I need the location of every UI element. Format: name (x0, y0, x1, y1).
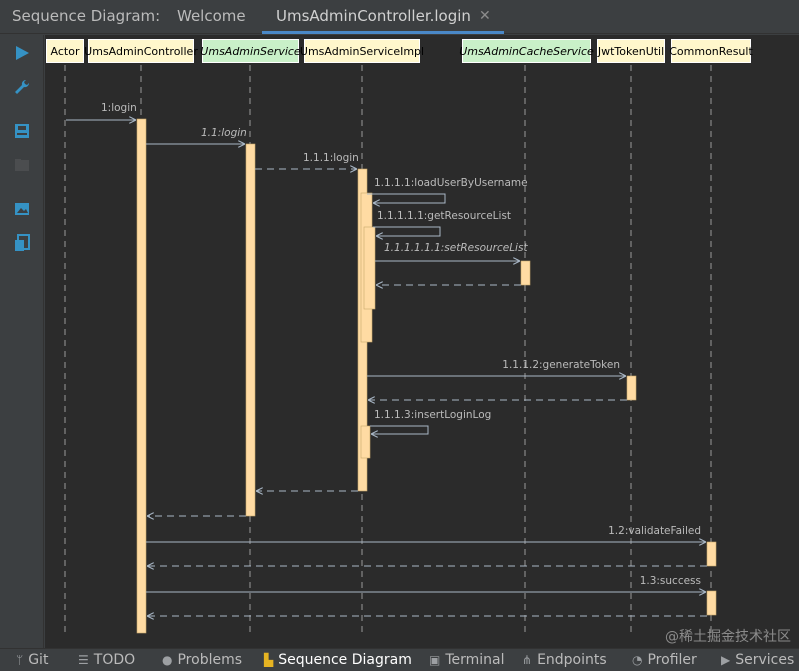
tool-window-todo[interactable]: ☰ TODO (78, 652, 135, 668)
terminal-icon: ▣ (429, 653, 441, 667)
info-icon: ● (162, 653, 173, 667)
participant-ums-admin-service[interactable]: UmsAdminService (200, 39, 301, 63)
tab-welcome[interactable]: Welcome (177, 7, 246, 25)
participant-ums-admin-cache-service[interactable]: UmsAdminCacheService (459, 39, 594, 63)
message-label: 1.3:success (640, 575, 701, 587)
profiler-icon: ◔ (632, 653, 643, 667)
message-label: 1.1:login (201, 127, 247, 139)
activation-bar (706, 541, 717, 567)
message-label: 1:login (101, 102, 137, 114)
endpoints-icon: ⋔ (522, 653, 533, 667)
message-label: 1.1.1.2:generateToken (502, 359, 620, 371)
tool-window-label: Git (28, 652, 49, 668)
activation-bar (363, 226, 376, 310)
tool-window-services[interactable]: ▶ Services (721, 652, 794, 668)
participant-ums-admin-controller[interactable]: UmsAdminController (84, 39, 198, 63)
tool-window-label: Problems (177, 652, 243, 668)
tool-window-endpoints[interactable]: ⋔ Endpoints (522, 652, 607, 668)
self-call-arrow (373, 226, 441, 236)
tool-window-git[interactable]: ᛘ Git (16, 652, 48, 668)
git-branch-icon: ᛘ (16, 653, 24, 667)
message-label: 1.2:validateFailed (608, 525, 701, 537)
tool-window-terminal[interactable]: ▣ Terminal (429, 652, 505, 668)
sequence-diagram: 1:login 1.1:login 1.1.1:login 1.1.1.1:loadU… (64, 65, 717, 635)
tool-window-title: Sequence Diagram: (12, 7, 161, 25)
activation-bar (626, 375, 637, 401)
wrench-icon[interactable] (12, 77, 32, 97)
message-label: 1.1.1.3:insertLoginLog (374, 409, 491, 421)
participant-actor[interactable]: Actor (46, 39, 84, 63)
message-label: 1.1.1.1.1:getResourceList (377, 210, 511, 222)
tool-window-label: Sequence Diagram (278, 652, 412, 668)
participant-common-result[interactable]: CommonResult (669, 39, 753, 63)
tool-window-label: Endpoints (537, 652, 607, 668)
diagram-toolbar (0, 35, 44, 648)
active-tab-indicator (262, 31, 504, 34)
activation-bar (136, 118, 147, 634)
self-call-arrow (367, 193, 446, 203)
save-icon[interactable] (12, 121, 32, 141)
activation-bar (706, 590, 717, 616)
export-icon[interactable] (12, 233, 32, 253)
sequence-diagram-icon: ▙ (264, 653, 274, 667)
tool-window-label: Profiler (647, 652, 697, 668)
tool-window-problems[interactable]: ● Problems (162, 652, 242, 668)
services-icon: ▶ (721, 653, 731, 667)
participant-jwt-token-util[interactable]: JwtTokenUtil (597, 39, 665, 63)
tool-window-label: Terminal (445, 652, 505, 668)
bottom-tool-window-bar: ᛘ Git ☰ TODO ● Problems ▙ Sequence Diagram ▣… (0, 648, 799, 671)
message-label: 1.1.1.1.1.1:setResourceList (384, 242, 528, 254)
message-label: 1.1.1.1:loadUserByUsername (374, 177, 528, 189)
activation-bar (245, 143, 256, 517)
watermark: @稀土掘金技术社区 (665, 629, 791, 645)
tool-window-label: Services (735, 652, 795, 668)
activation-bar (520, 260, 531, 286)
folder-icon[interactable] (12, 155, 32, 175)
self-call-arrow (370, 425, 429, 434)
play-icon[interactable] (12, 43, 32, 63)
sequence-diagram-canvas[interactable]: 1:login 1.1:login 1.1.1:login 1.1.1.1:loadU… (45, 35, 799, 648)
tool-window-sequence-diagram[interactable]: ▙ Sequence Diagram (264, 652, 412, 668)
image-icon[interactable] (12, 199, 32, 219)
close-icon[interactable]: ✕ (479, 8, 491, 24)
tab-ums-admin-controller-login[interactable]: UmsAdminController.login (276, 7, 471, 25)
participant-ums-admin-service-impl[interactable]: UmsAdminServiceImpl (300, 39, 424, 63)
activation-bar (360, 425, 371, 459)
tool-window-profiler[interactable]: ◔ Profiler (632, 652, 697, 668)
tool-window-label: TODO (93, 652, 136, 668)
list-icon: ☰ (78, 653, 89, 667)
tab-bar: Sequence Diagram: Welcome UmsAdminContro… (0, 0, 799, 34)
message-label: 1.1.1:login (303, 152, 359, 164)
